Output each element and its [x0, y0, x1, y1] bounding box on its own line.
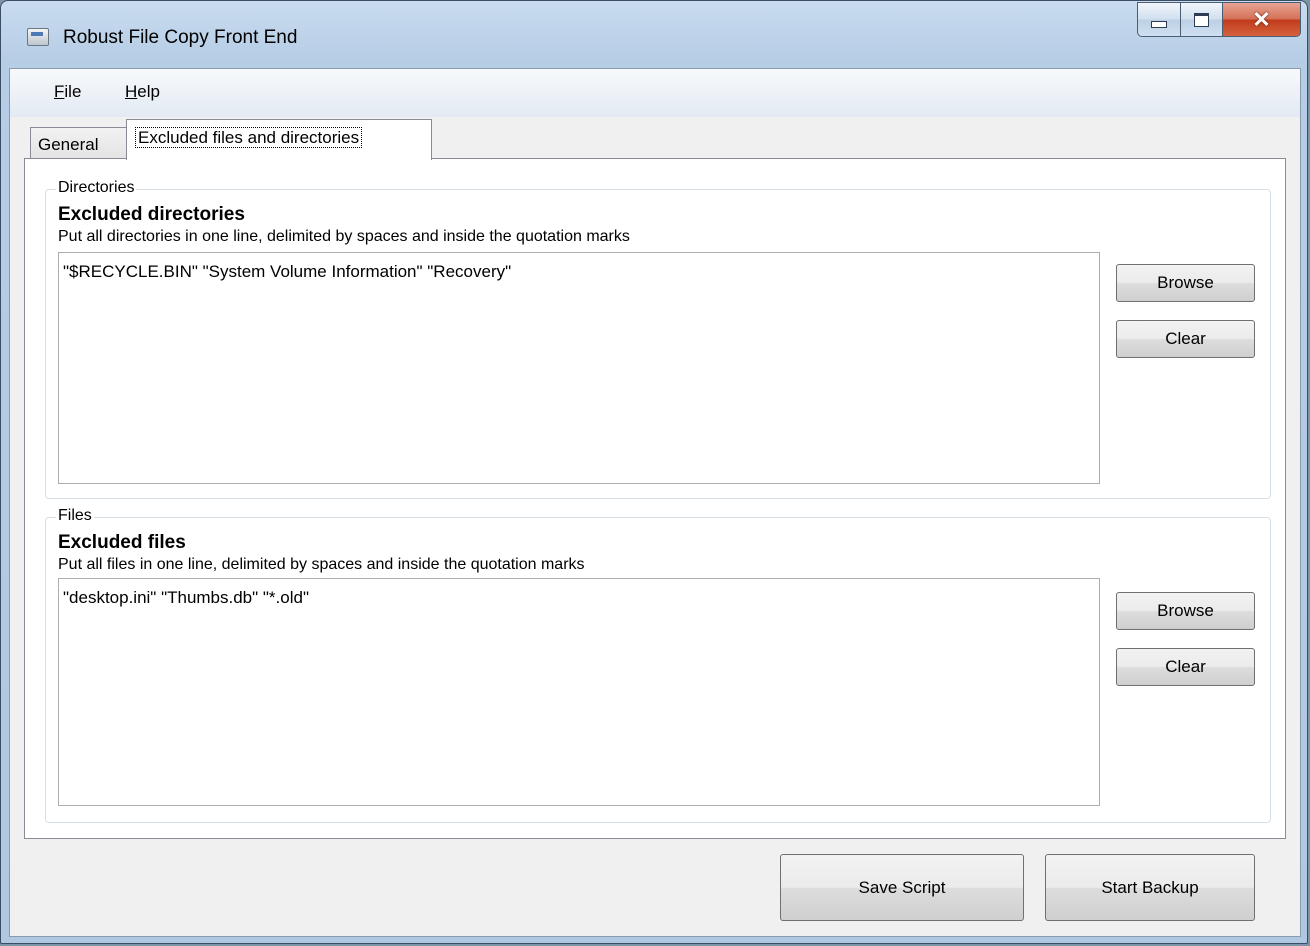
- maximize-icon: [1194, 12, 1209, 27]
- tab-general[interactable]: General: [30, 127, 127, 160]
- files-browse-button[interactable]: Browse: [1116, 592, 1255, 630]
- tab-strip: General Excluded files and directories: [10, 117, 1300, 160]
- excluded-files-description: Put all files in one line, delimited by …: [58, 556, 585, 573]
- window-title: Robust File Copy Front End: [63, 27, 298, 48]
- app-icon[interactable]: [27, 28, 49, 46]
- tab-excluded-files-and-directories[interactable]: Excluded files and directories: [126, 119, 432, 160]
- files-group: Files Excluded files Put all files in on…: [45, 507, 1271, 823]
- files-group-caption: Files: [56, 507, 94, 525]
- excluded-files-heading: Excluded files: [58, 532, 186, 553]
- caption-buttons: ✕: [1137, 2, 1301, 38]
- directories-group-caption: Directories: [56, 179, 137, 197]
- directories-group: Directories Excluded directories Put all…: [45, 179, 1271, 499]
- excluded-directories-heading: Excluded directories: [58, 204, 245, 225]
- start-backup-button[interactable]: Start Backup: [1045, 854, 1255, 921]
- close-icon: ✕: [1252, 6, 1271, 32]
- tab-label: Excluded files and directories: [135, 127, 363, 148]
- minimize-button[interactable]: [1137, 2, 1181, 37]
- client-area: File Help General Excluded files and dir…: [9, 68, 1301, 937]
- directories-browse-button[interactable]: Browse: [1116, 264, 1255, 302]
- directories-clear-button[interactable]: Clear: [1116, 320, 1255, 358]
- menu-bar: File Help: [10, 69, 1300, 117]
- menu-file[interactable]: File: [54, 82, 81, 102]
- tab-page-excluded: Directories Excluded directories Put all…: [24, 158, 1286, 839]
- maximize-button[interactable]: [1181, 2, 1223, 37]
- excluded-directories-input[interactable]: "$RECYCLE.BIN" "System Volume Informatio…: [58, 252, 1100, 484]
- close-button[interactable]: ✕: [1223, 2, 1301, 37]
- title-bar[interactable]: Robust File Copy Front End ✕: [1, 1, 1307, 65]
- save-script-button[interactable]: Save Script: [780, 854, 1024, 921]
- app-window: Robust File Copy Front End ✕ File Help G…: [0, 0, 1308, 944]
- minimize-icon: [1151, 21, 1167, 28]
- excluded-directories-description: Put all directories in one line, delimit…: [58, 228, 630, 245]
- files-clear-button[interactable]: Clear: [1116, 648, 1255, 686]
- menu-help[interactable]: Help: [125, 82, 160, 102]
- excluded-files-input[interactable]: "desktop.ini" "Thumbs.db" "*.old": [58, 578, 1100, 806]
